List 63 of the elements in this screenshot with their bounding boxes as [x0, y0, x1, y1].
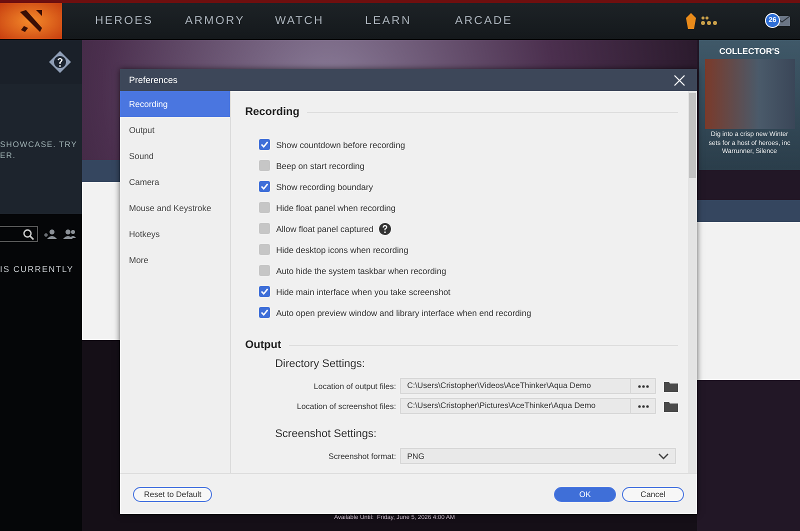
chevron-down-icon	[658, 452, 670, 460]
gem-icon	[686, 13, 696, 29]
checkbox[interactable]	[259, 244, 270, 255]
folder-icon	[664, 400, 678, 412]
sidebar-item[interactable]: Hotkeys	[120, 221, 230, 247]
nav-link[interactable]: WATCH	[275, 15, 365, 27]
option-label: Hide float panel when recording	[276, 202, 396, 212]
sidebar-item[interactable]: Recording	[120, 91, 230, 117]
checkbox[interactable]	[259, 139, 270, 150]
showcase-text: SHOWCASE. TRY	[0, 139, 78, 150]
search-icon	[23, 228, 34, 240]
sidebar-item[interactable]: More	[120, 247, 230, 273]
close-button[interactable]	[674, 74, 685, 86]
format-dropdown[interactable]: PNG	[400, 448, 676, 464]
nav-link[interactable]: HEROES	[95, 15, 185, 27]
search-field[interactable]	[0, 226, 38, 242]
field-label: Screenshot format:	[327, 452, 396, 460]
option-label: Auto hide the system taskbar when recording	[276, 266, 446, 276]
checkbox[interactable]	[259, 223, 270, 234]
showcase-text: ER.	[0, 150, 17, 161]
reset-button[interactable]: Reset to Default	[133, 486, 212, 502]
close-icon	[674, 74, 685, 86]
group-heading: Screenshot Settings:	[274, 427, 378, 442]
cancel-button[interactable]: Cancel	[622, 486, 684, 502]
option-label: Beep on start recording	[276, 160, 364, 170]
checkbox[interactable]	[259, 160, 270, 171]
checkbox[interactable]	[259, 181, 270, 192]
checkbox[interactable]	[259, 307, 270, 318]
checkbox[interactable]	[259, 202, 270, 213]
game-logo[interactable]	[0, 3, 62, 39]
field-label: Location of screenshot files:	[296, 402, 396, 410]
sidebar-item[interactable]: Sound	[120, 143, 230, 169]
option-label: Show recording boundary	[276, 182, 373, 192]
section-heading: Recording	[245, 106, 300, 118]
checkbox[interactable]	[259, 265, 270, 276]
field-label: Location of output files:	[312, 382, 396, 390]
option-label: Hide main interface when you take screenshot	[276, 286, 450, 296]
sidebar-item[interactable]: Mouse and Keystroke	[120, 195, 230, 221]
dialog-title: Preferences	[129, 75, 178, 85]
option-label: Hide desktop icons when recording	[276, 244, 408, 254]
sidebar-item[interactable]: Camera	[120, 169, 230, 195]
option-label: Auto open preview window and library interface when end recording	[276, 308, 532, 318]
dots-icon	[700, 16, 718, 26]
help-diamond-icon	[48, 50, 72, 74]
people-icon	[63, 229, 76, 239]
scrollbar[interactable]	[688, 91, 697, 473]
sidebar-item[interactable]: Output	[120, 117, 230, 143]
dots-icon	[638, 404, 649, 408]
add-person-icon	[44, 229, 57, 239]
option-label: Allow float panel captured	[276, 224, 374, 234]
group-heading: Directory Settings:	[274, 357, 366, 372]
checkbox[interactable]	[259, 286, 270, 297]
promo-title: COLLECTOR'S	[719, 45, 780, 56]
ok-button[interactable]: OK	[554, 486, 616, 502]
scrollbar-thumb[interactable]	[689, 93, 696, 178]
folder-icon	[664, 380, 678, 392]
nav-link[interactable]: ARMORY	[185, 15, 275, 27]
option-label: Show countdown before recording	[276, 140, 406, 150]
section-heading: Output	[245, 339, 282, 351]
dots-icon	[638, 384, 649, 388]
status-text: IS CURRENTLY	[0, 254, 82, 531]
nav-link[interactable]: ARCADE	[455, 15, 545, 27]
nav-link[interactable]: LEARN	[365, 15, 455, 27]
